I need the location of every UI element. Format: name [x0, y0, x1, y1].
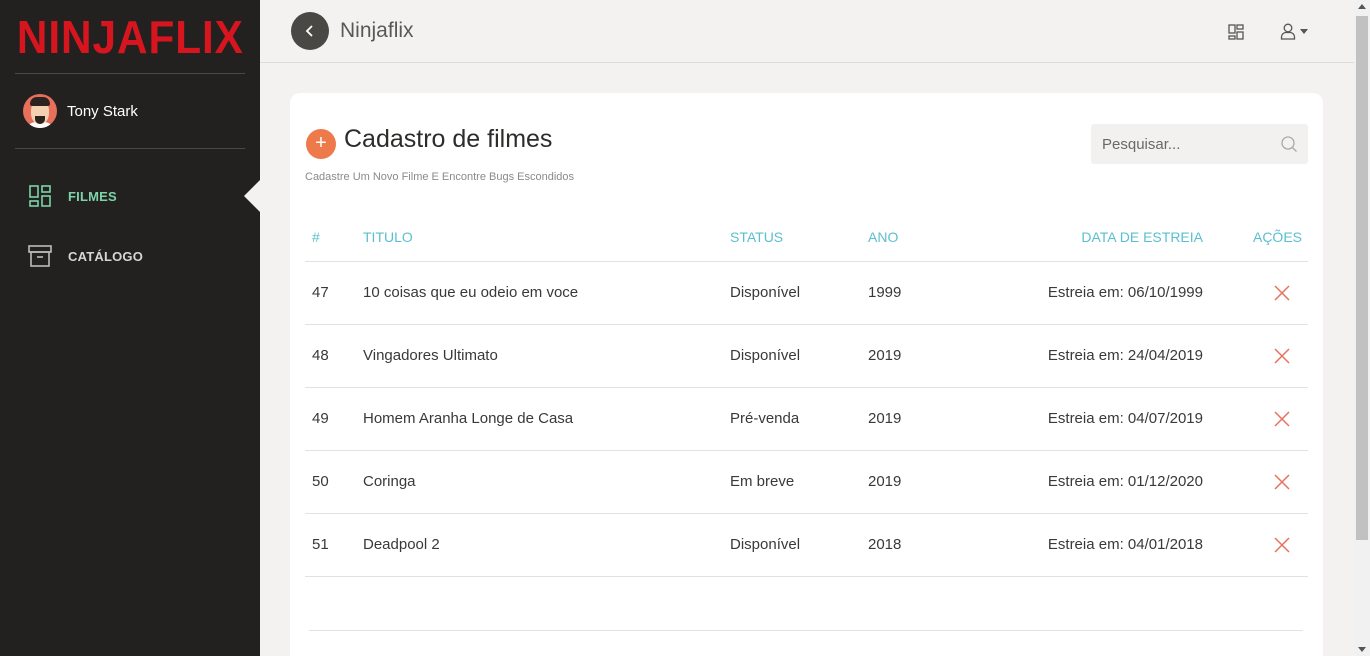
logo[interactable]: NINJAFLIX [15, 0, 245, 74]
cell-id: 48 [305, 324, 363, 388]
delete-icon[interactable] [1273, 410, 1291, 428]
cell-id: 51 [305, 513, 363, 577]
sidebar-item-filmes[interactable]: FILMES [0, 166, 260, 226]
archive-box-icon [28, 244, 52, 268]
cell-date: Estreia em: 04/07/2019 [968, 387, 1203, 451]
movies-card: + Cadastro de filmes Cadastre Um Novo Fi… [290, 93, 1323, 656]
column-header-status[interactable]: STATUS [730, 213, 868, 262]
search-box [1091, 124, 1308, 164]
scroll-up-icon[interactable] [1358, 4, 1366, 9]
cell-actions [1203, 261, 1308, 325]
top-bar: Ninjaflix [260, 0, 1354, 63]
user-icon [1280, 23, 1296, 40]
back-arrow-icon [305, 25, 313, 37]
sidebar-item-label: FILMES [68, 188, 117, 204]
cell-status: Em breve [730, 450, 868, 514]
sidebar: NINJAFLIX Tony Stark FILMES CATÁLOGO [0, 0, 260, 656]
sidebar-item-catalogo[interactable]: CATÁLOGO [0, 226, 260, 286]
sidebar-nav: FILMES CATÁLOGO [0, 166, 260, 286]
dashboard-icon [28, 184, 52, 208]
cell-title: Deadpool 2 [363, 513, 730, 577]
table-row[interactable]: 47 10 coisas que eu odeio em voce Dispon… [305, 261, 1308, 325]
delete-icon[interactable] [1273, 284, 1291, 302]
card-title: Cadastro de filmes [344, 125, 553, 153]
delete-icon[interactable] [1273, 473, 1291, 491]
card-subtitle: Cadastre Um Novo Filme E Encontre Bugs E… [305, 171, 575, 183]
scroll-down-icon[interactable] [1358, 647, 1366, 652]
avatar [23, 94, 57, 128]
cell-year: 1999 [868, 261, 968, 325]
search-input[interactable] [1091, 135, 1271, 153]
scrollbar-thumb[interactable] [1356, 16, 1368, 540]
add-movie-button[interactable]: + [306, 129, 336, 159]
column-header-date[interactable]: DATA DE ESTREIA [968, 213, 1203, 262]
cell-actions [1203, 387, 1308, 451]
user-profile: Tony Stark [15, 74, 245, 149]
cell-year: 2018 [868, 513, 968, 577]
grid-button[interactable] [1224, 20, 1248, 44]
grid-icon [1228, 23, 1244, 40]
cell-title: Vingadores Ultimato [363, 324, 730, 388]
user-menu-button[interactable] [1280, 23, 1308, 40]
delete-icon[interactable] [1273, 347, 1291, 365]
cell-status: Disponível [730, 513, 868, 577]
delete-icon[interactable] [1273, 536, 1291, 554]
table-row[interactable]: 51 Deadpool 2 Disponível 2018 Estreia em… [305, 513, 1308, 577]
cell-actions [1203, 450, 1308, 514]
table-header-row: # TITULO STATUS ANO DATA DE ESTREIA AÇÕE… [305, 213, 1308, 262]
cell-status: Disponível [730, 261, 868, 325]
cell-title: 10 coisas que eu odeio em voce [363, 261, 730, 325]
cell-year: 2019 [868, 324, 968, 388]
table-row[interactable]: 49 Homem Aranha Longe de Casa Pré-venda … [305, 387, 1308, 451]
table-row[interactable]: 50 Coringa Em breve 2019 Estreia em: 01/… [305, 450, 1308, 514]
column-header-title[interactable]: TITULO [363, 213, 730, 262]
search-icon[interactable] [1280, 135, 1298, 153]
caret-down-icon [1300, 29, 1308, 34]
column-header-id[interactable]: # [305, 213, 363, 262]
column-header-actions: AÇÕES [1203, 213, 1308, 262]
cell-year: 2019 [868, 450, 968, 514]
cell-status: Pré-venda [730, 387, 868, 451]
table-row[interactable]: 48 Vingadores Ultimato Disponível 2019 E… [305, 324, 1308, 388]
cell-status: Disponível [730, 324, 868, 388]
sidebar-item-label: CATÁLOGO [68, 248, 144, 264]
cell-actions [1203, 513, 1308, 577]
cell-actions [1203, 324, 1308, 388]
cell-year: 2019 [868, 387, 968, 451]
cell-date: Estreia em: 04/01/2018 [968, 513, 1203, 577]
card-divider [309, 630, 1303, 631]
user-name: Tony Stark [67, 102, 138, 120]
movies-table: # TITULO STATUS ANO DATA DE ESTREIA AÇÕE… [305, 213, 1308, 577]
top-actions [1224, 0, 1354, 63]
back-button[interactable] [291, 12, 329, 50]
cell-date: Estreia em: 24/04/2019 [968, 324, 1203, 388]
cell-title: Coringa [363, 450, 730, 514]
cell-id: 49 [305, 387, 363, 451]
scrollbar[interactable] [1354, 0, 1370, 656]
logo-text: NINJAFLIX [16, 10, 244, 63]
cell-title: Homem Aranha Longe de Casa [363, 387, 730, 451]
cell-id: 47 [305, 261, 363, 325]
column-header-year[interactable]: ANO [868, 213, 968, 262]
cell-date: Estreia em: 01/12/2020 [968, 450, 1203, 514]
page-title: Ninjaflix [340, 19, 414, 42]
cell-id: 50 [305, 450, 363, 514]
cell-date: Estreia em: 06/10/1999 [968, 261, 1203, 325]
card-header: + Cadastro de filmes Cadastre Um Novo Fi… [290, 93, 1323, 213]
